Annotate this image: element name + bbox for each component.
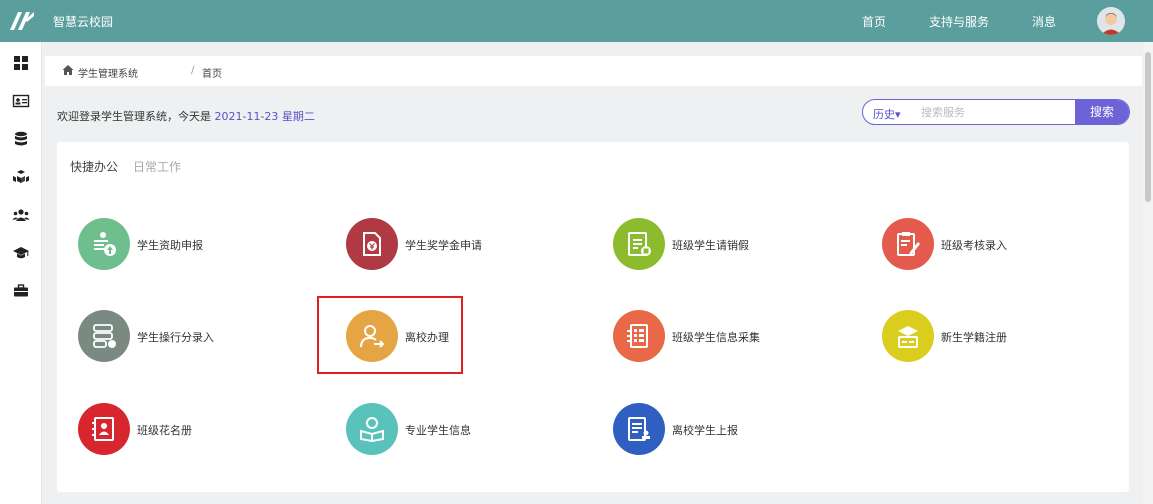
conduct-list-icon <box>78 310 130 362</box>
nav-home[interactable]: 首页 <box>862 13 886 30</box>
search-history-dropdown[interactable]: 历史▾ <box>873 106 901 122</box>
breadcrumb-separator: / <box>191 65 195 76</box>
tile-conduct-score[interactable]: 学生操行分录入 <box>78 310 278 366</box>
user-avatar-icon <box>1097 7 1125 35</box>
aid-upload-icon <box>78 218 130 270</box>
users-icon[interactable] <box>12 206 30 224</box>
tile-info-collection[interactable]: 班级学生信息采集 <box>613 310 813 366</box>
clipboard-edit-icon <box>882 218 934 270</box>
tile-label: 班级学生信息采集 <box>672 331 760 344</box>
tile-student-aid[interactable]: 学生资助申报 <box>78 218 278 274</box>
tile-label: 离校学生上报 <box>672 424 738 437</box>
tile-label: 学生操行分录入 <box>137 331 214 344</box>
top-bar: 智慧云校园 首页 支持与服务 消息 <box>0 0 1153 42</box>
avatar[interactable] <box>1097 7 1125 35</box>
tab-quick-office[interactable]: 快捷办公 <box>70 158 118 175</box>
breadcrumb: 学生管理系统 / 首页 <box>45 56 1142 86</box>
tile-label: 班级考核录入 <box>941 239 1007 252</box>
app-title: 智慧云校园 <box>53 15 114 29</box>
tile-leaving-report[interactable]: 离校学生上报 <box>613 403 813 459</box>
tile-major-students[interactable]: 专业学生信息 <box>346 403 546 459</box>
breadcrumb-current: 首页 <box>202 69 222 80</box>
caret-down-icon: ▾ <box>895 108 901 121</box>
tile-label: 专业学生信息 <box>405 424 471 437</box>
nav-messages[interactable]: 消息 <box>1032 13 1056 30</box>
database-icon[interactable] <box>12 130 30 148</box>
tile-class-assessment[interactable]: 班级考核录入 <box>882 218 1082 274</box>
tile-label: 学生资助申报 <box>137 239 203 252</box>
tile-scholarship[interactable]: 学生奖学金申请 <box>346 218 546 274</box>
scrollbar-thumb[interactable] <box>1145 52 1151 202</box>
tab-daily-work[interactable]: 日常工作 <box>133 158 181 175</box>
search-bar: 历史▾ 搜索 <box>862 99 1130 125</box>
welcome-text: 欢迎登录学生管理系统，今天是 2021-11-23 星期二 <box>57 108 315 124</box>
tile-label: 学生奖学金申请 <box>405 239 482 252</box>
search-button[interactable]: 搜索 <box>1075 100 1129 124</box>
grid-icon[interactable] <box>12 54 30 72</box>
scholarship-icon <box>346 218 398 270</box>
roster-icon <box>78 403 130 455</box>
home-icon[interactable] <box>62 64 74 76</box>
breadcrumb-root[interactable]: 学生管理系统 <box>78 65 138 80</box>
tile-leave-request[interactable]: 班级学生请销假 <box>613 218 813 274</box>
report-stamp-icon <box>613 403 665 455</box>
tile-class-roster[interactable]: 班级花名册 <box>78 403 278 459</box>
search-history-label: 历史 <box>873 108 895 121</box>
welcome-date: 2021-11-23 <box>214 110 279 123</box>
tile-label: 新生学籍注册 <box>941 331 1007 344</box>
cubes-icon[interactable] <box>12 168 30 186</box>
tile-label: 班级学生请销假 <box>672 239 749 252</box>
briefcase-icon[interactable] <box>12 282 30 300</box>
nav-support[interactable]: 支持与服务 <box>929 13 989 30</box>
tile-label: 班级花名册 <box>137 424 192 437</box>
sidebar <box>0 42 42 504</box>
student-reading-icon <box>346 403 398 455</box>
welcome-weekday: 星期二 <box>281 110 315 123</box>
highlight-box <box>317 296 463 374</box>
tile-freshman-register[interactable]: 新生学籍注册 <box>882 310 1082 366</box>
search-input[interactable] <box>921 103 1071 121</box>
leave-form-icon <box>613 218 665 270</box>
logo-icon[interactable] <box>8 8 36 34</box>
info-grid-icon <box>613 310 665 362</box>
id-card-icon[interactable] <box>12 92 30 110</box>
graduation-cap-icon[interactable] <box>12 244 30 262</box>
welcome-prefix: 欢迎登录学生管理系统，今天是 <box>57 110 211 123</box>
register-icon <box>882 310 934 362</box>
